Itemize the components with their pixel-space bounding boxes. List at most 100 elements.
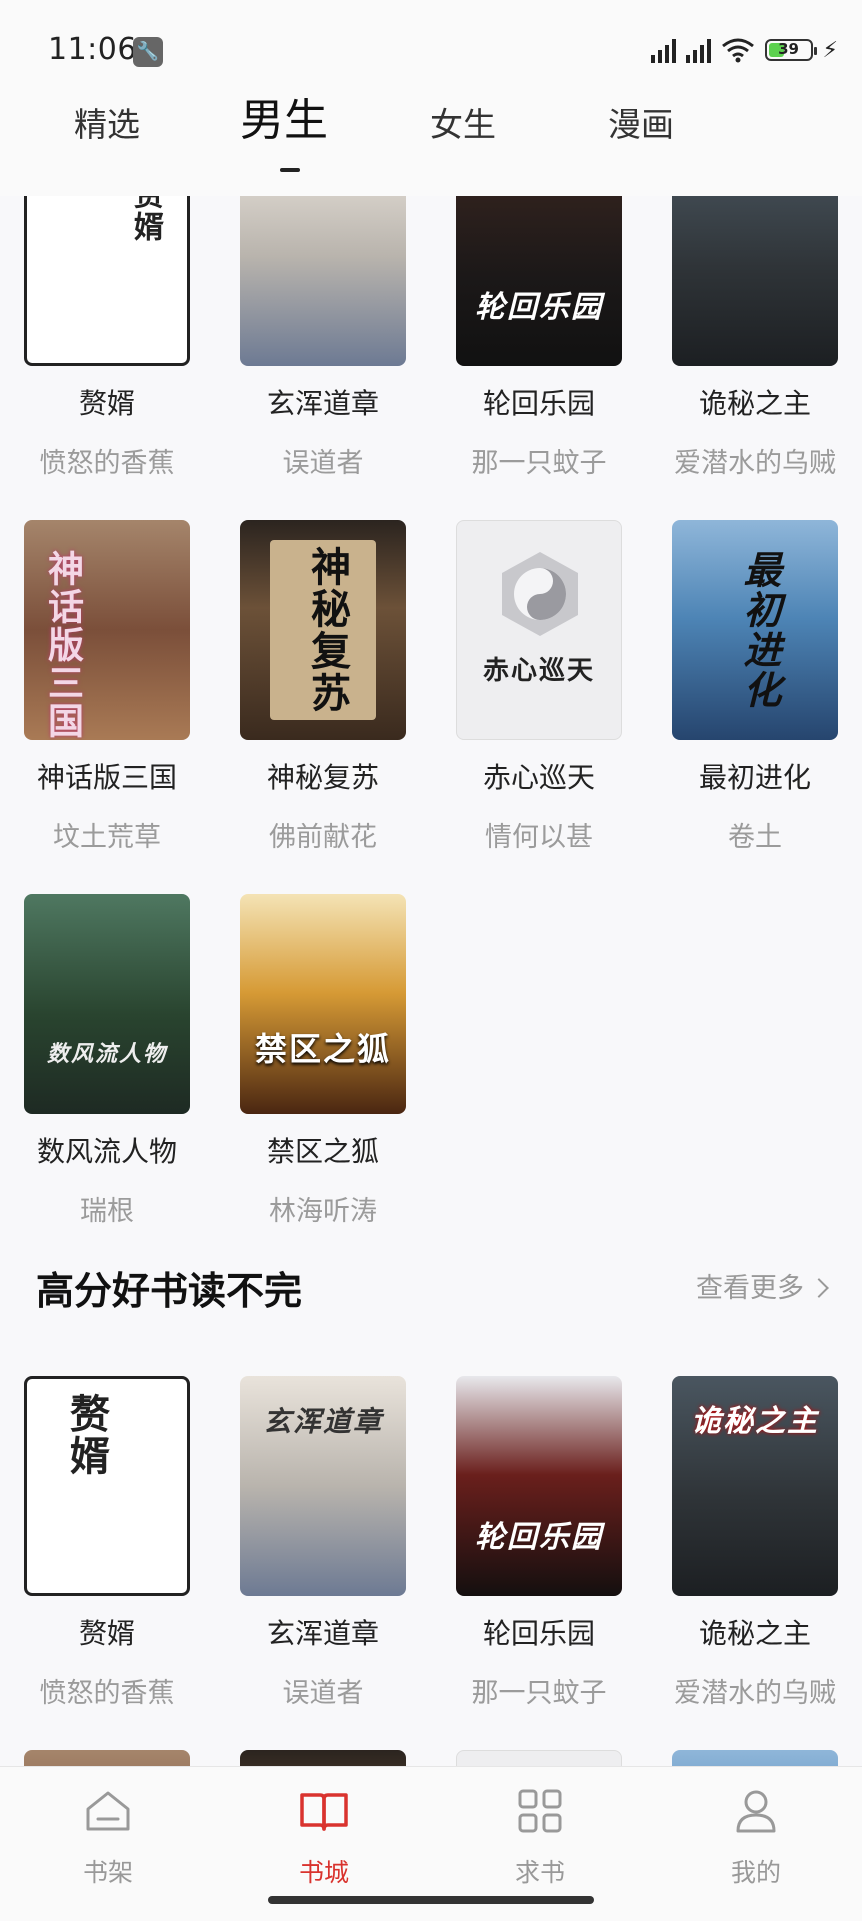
status-bar: 11:06 🔧 39 ⚡ (0, 0, 862, 100)
book-card[interactable]: 诡秘之主 诡秘之主 爱潜水的乌贼 (672, 1376, 838, 1714)
tab-male[interactable]: 男生 (240, 98, 328, 194)
nav-label: 书城 (298, 1858, 349, 1887)
charging-icon: ⚡ (822, 37, 838, 63)
nav-bookshelf[interactable]: 书架 (48, 1785, 168, 1889)
nav-label: 我的 (730, 1858, 781, 1887)
book-card[interactable] (24, 1750, 190, 1766)
book-card[interactable]: 轮回乐园 轮回乐园 那一只蚊子 (456, 196, 622, 484)
book-cover: 神话版三国 (24, 520, 190, 740)
book-author: 情何以甚 (485, 822, 593, 853)
book-card[interactable]: 禁区之狐 禁区之狐 林海听涛 (240, 894, 406, 1232)
battery-icon: 39 (764, 39, 817, 61)
book-cover (672, 196, 838, 366)
book-card[interactable]: 赤心巡天 赤心巡天 情何以甚 (456, 520, 622, 858)
book-card[interactable]: 玄浑道章 误道者 (240, 196, 406, 484)
book-list[interactable]: 赘婿 赘婿 愤怒的香蕉 玄浑道章 误道者 轮回乐园 轮回乐园 那一只蚊子 诡秘之… (0, 196, 862, 1766)
home-indicator[interactable] (268, 1896, 594, 1904)
book-author: 坟土荒草 (53, 822, 161, 853)
book-cover (240, 196, 406, 366)
book-cover: 赘婿 (24, 1376, 190, 1596)
wifi-icon (721, 38, 754, 63)
book-title: 神话版三国 (36, 761, 177, 794)
book-title: 最初进化 (698, 761, 811, 794)
book-author: 林海听涛 (269, 1196, 377, 1227)
book-title: 玄浑道章 (266, 1617, 379, 1650)
book-author: 那一只蚊子 (471, 448, 607, 479)
status-icons: 39 ⚡ (650, 32, 838, 68)
book-cover (24, 1750, 190, 1766)
book-cover (672, 1750, 838, 1766)
book-author: 卷土 (728, 822, 782, 853)
book-card[interactable]: 数风流人物 数风流人物 瑞根 (24, 894, 190, 1232)
book-author: 误道者 (282, 1678, 364, 1709)
book-cover: 最初进化 (672, 520, 838, 740)
book-cover: 赘婿 (24, 196, 190, 366)
shelf-icon (86, 1791, 130, 1831)
tab-featured[interactable]: 精选 (74, 100, 140, 196)
book-card[interactable]: 最初进化 最初进化 卷土 (672, 520, 838, 858)
book-title: 数风流人物 (36, 1135, 177, 1168)
book-cover (456, 1750, 622, 1766)
book-author: 爱潜水的乌贼 (674, 1678, 836, 1709)
signal-icon (650, 37, 676, 63)
book-card[interactable]: 神话版三国 神话版三国 坟土荒草 (24, 520, 190, 858)
book-author: 那一只蚊子 (471, 1678, 607, 1709)
book-cover: 神秘复苏 (240, 520, 406, 740)
view-more-label: 查看更多 (696, 1273, 804, 1304)
yin-yang-icon (502, 552, 578, 636)
book-title: 诡秘之主 (698, 1617, 811, 1650)
book-author: 愤怒的香蕉 (39, 448, 175, 479)
section-title: 高分好书读不完 (36, 1269, 303, 1313)
battery-level: 39 (778, 40, 799, 58)
book-title: 轮回乐园 (482, 1617, 595, 1650)
book-author: 爱潜水的乌贼 (674, 448, 836, 479)
book-card[interactable] (456, 1750, 622, 1766)
book-card[interactable]: 赘婿 赘婿 愤怒的香蕉 (24, 196, 190, 484)
view-more-link[interactable]: 查看更多 (696, 1266, 829, 1305)
book-author: 佛前献花 (269, 822, 377, 853)
active-tab-indicator (280, 168, 300, 172)
book-title: 神秘复苏 (266, 761, 379, 794)
section-header: 高分好书读不完 查看更多 (36, 1260, 829, 1320)
nav-request-book[interactable]: 求书 (480, 1785, 600, 1889)
book-cover: 禁区之狐 (240, 894, 406, 1114)
user-icon (736, 1790, 776, 1833)
book-cover: 轮回乐园 (456, 1376, 622, 1596)
nav-label: 求书 (514, 1858, 565, 1887)
nav-bookstore[interactable]: 书城 (264, 1785, 384, 1889)
tab-comics[interactable]: 漫画 (608, 100, 674, 196)
book-card[interactable]: 玄浑道章 玄浑道章 误道者 (240, 1376, 406, 1714)
top-tabs: 精选 男生 女生 漫画 (0, 98, 862, 245)
book-card[interactable]: 轮回乐园 轮回乐园 那一只蚊子 (456, 1376, 622, 1714)
book-title: 诡秘之主 (698, 387, 811, 420)
book-cover: 轮回乐园 (456, 196, 622, 366)
grid-icon (518, 1789, 562, 1833)
book-title: 赘婿 (78, 1617, 135, 1650)
book-icon (300, 1793, 348, 1831)
book-author: 瑞根 (80, 1196, 134, 1227)
book-card[interactable]: 诡秘之主 爱潜水的乌贼 (672, 196, 838, 484)
wrench-icon: 🔧 (133, 37, 163, 67)
book-card[interactable] (672, 1750, 838, 1766)
book-cover: 数风流人物 (24, 894, 190, 1114)
book-author: 误道者 (282, 448, 364, 479)
nav-label: 书架 (82, 1858, 133, 1887)
book-card[interactable]: 神秘复苏 神秘复苏 佛前献花 (240, 520, 406, 858)
book-card[interactable]: 赘婿 赘婿 愤怒的香蕉 (24, 1376, 190, 1714)
book-card[interactable] (240, 1750, 406, 1766)
book-title: 赘婿 (78, 387, 135, 420)
signal-icon (685, 37, 711, 63)
book-title: 轮回乐园 (482, 387, 595, 420)
book-title: 禁区之狐 (266, 1135, 379, 1168)
book-cover: 赤心巡天 (456, 520, 622, 740)
nav-profile[interactable]: 我的 (696, 1785, 816, 1889)
book-title: 玄浑道章 (266, 387, 379, 420)
book-title: 赤心巡天 (482, 761, 595, 794)
book-cover: 玄浑道章 (240, 1376, 406, 1596)
status-time: 11:06 (48, 32, 137, 67)
tab-female[interactable]: 女生 (430, 100, 496, 196)
book-cover (240, 1750, 406, 1766)
book-author: 愤怒的香蕉 (39, 1678, 175, 1709)
chevron-right-icon (809, 1278, 829, 1298)
book-cover: 诡秘之主 (672, 1376, 838, 1596)
